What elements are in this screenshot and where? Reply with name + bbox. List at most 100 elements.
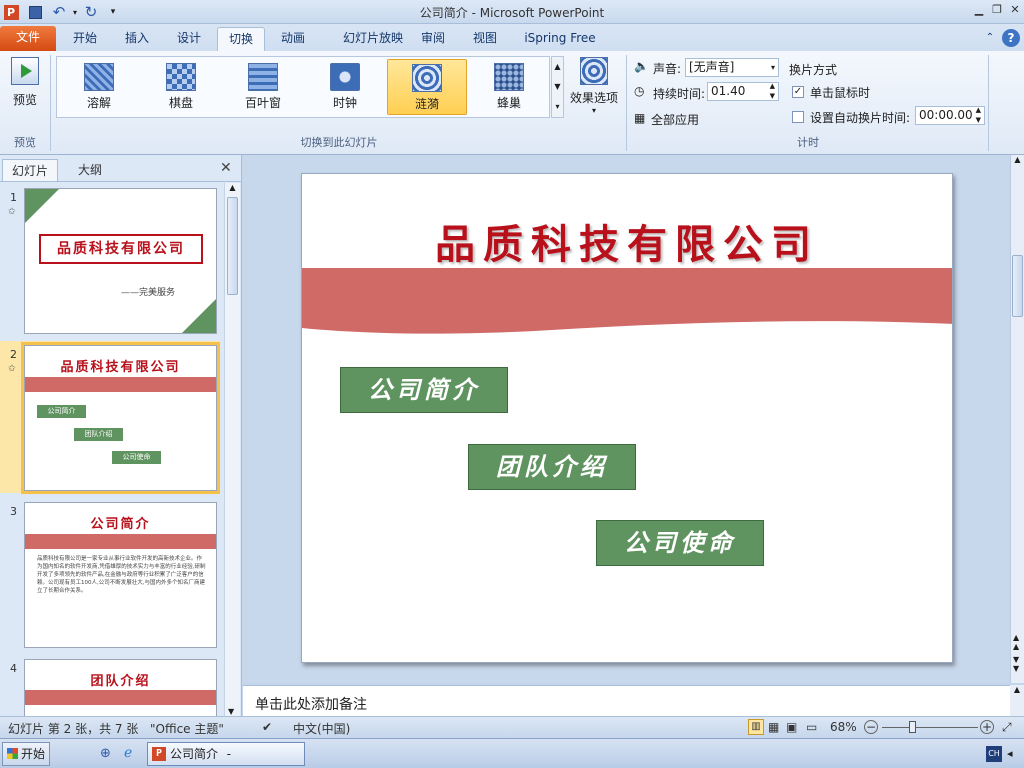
apply-all-button[interactable]: 全部应用 <box>651 111 699 128</box>
gallery-down-icon[interactable]: ▼ <box>552 77 563 97</box>
slide-number: 4 <box>10 662 17 675</box>
transition-honeycomb[interactable]: 蜂巢 <box>469 59 549 115</box>
zoom-in-icon[interactable]: + <box>980 720 994 734</box>
after-time-spinner-icon[interactable]: ▲ ▼ <box>976 105 981 125</box>
tab-transitions[interactable]: 切换 <box>217 27 265 51</box>
reading-view-icon[interactable]: ▣ <box>786 720 797 734</box>
gallery-more-icon[interactable]: ▾ <box>552 97 563 117</box>
sound-icon: 🔈 <box>634 59 649 73</box>
spellcheck-icon[interactable]: ✔ <box>262 720 272 734</box>
thumb-band <box>25 377 216 392</box>
preview-button[interactable]: 预览 <box>6 55 44 113</box>
transition-gallery: 溶解 棋盘 百叶窗 时钟 涟漪 蜂巢 <box>56 56 550 118</box>
start-button[interactable]: 开始 <box>2 742 50 766</box>
tab-file[interactable]: 文件 <box>0 26 56 51</box>
transition-label: 蜂巢 <box>496 96 521 110</box>
scroll-up-icon[interactable]: ▲ <box>225 183 240 192</box>
help-icon[interactable]: ? <box>1002 29 1020 47</box>
duration-field[interactable]: 01.40 ▲ ▼ <box>707 82 779 101</box>
slide-thumbnail-3[interactable]: 公司简介 品质科技有限公司是一家专业从事行业软件开发的高新技术企业。作为国内知名… <box>24 502 217 648</box>
tab-slides[interactable]: 幻灯片 <box>2 159 58 181</box>
close-pane-icon[interactable]: ✕ <box>220 160 232 176</box>
ime-options-icon[interactable]: ◂ <box>1007 747 1013 760</box>
corner-decoration <box>25 189 59 223</box>
slide-number: 2 <box>10 348 17 361</box>
scroll-up-icon[interactable]: ▲ <box>1011 155 1024 164</box>
apply-all-icon: ▦ <box>634 111 646 125</box>
group-separator <box>50 55 51 151</box>
fit-slide-icon[interactable]: ⤢ <box>1002 720 1012 735</box>
effect-options-label: 效果选项 <box>569 91 618 105</box>
current-slide[interactable]: 品质科技有限公司 公司简介 团队介绍 公司使命 <box>301 173 953 663</box>
zoom-out-icon[interactable]: − <box>864 720 878 734</box>
tab-animations[interactable]: 动画 <box>270 27 316 51</box>
notes-pane[interactable]: 单击此处添加备注 <box>243 685 1010 716</box>
transitions-group-label: 切换到此幻灯片 <box>300 136 378 149</box>
menu-box-company-mission[interactable]: 公司使命 <box>596 520 764 566</box>
transition-ripple[interactable]: 涟漪 <box>387 59 467 115</box>
next-slide-icon[interactable]: ▼ ▼ <box>1013 655 1019 673</box>
tab-design[interactable]: 设计 <box>166 27 212 51</box>
ime-indicator[interactable]: CH <box>986 746 1002 762</box>
checkerboard-icon <box>166 63 196 91</box>
slide-title[interactable]: 品质科技有限公司 <box>302 212 952 270</box>
duration-spinner-icon[interactable]: ▲ ▼ <box>770 81 775 101</box>
taskbar-app-button[interactable]: P 公司简介 - Microsof... <box>147 742 305 766</box>
slide-thumbnail-2[interactable]: 品质科技有限公司 公司简介 团队介绍 公司使命 <box>21 342 220 494</box>
after-time-field[interactable]: 00:00.00 ▲ ▼ <box>915 106 985 125</box>
zoom-level[interactable]: 68% <box>830 720 857 734</box>
group-separator <box>626 55 627 151</box>
editor-scrollbar[interactable]: ▲ ▲ ▲ ▼ ▼ <box>1010 155 1024 683</box>
sound-dropdown[interactable]: [无声音] ▾ <box>685 58 779 77</box>
transition-clock[interactable]: 时钟 <box>305 59 385 115</box>
slide-thumbnail-4[interactable]: 团队介绍 <box>24 659 217 716</box>
transition-blinds[interactable]: 百叶窗 <box>223 59 303 115</box>
scrollbar-thumb[interactable] <box>1012 255 1023 317</box>
windows-logo-icon <box>7 748 18 759</box>
thumb-box: 公司使命 <box>112 451 161 464</box>
tab-insert[interactable]: 插入 <box>114 27 160 51</box>
tab-outline[interactable]: 大纲 <box>62 159 118 181</box>
tab-home[interactable]: 开始 <box>62 27 108 51</box>
advance-slide-title: 换片方式 <box>789 63 838 77</box>
notes-scrollbar[interactable]: ▲ <box>1010 685 1024 716</box>
on-click-checkbox[interactable]: ✓ <box>792 86 804 98</box>
after-time-label: 设置自动换片时间: <box>810 111 911 125</box>
slide-sorter-icon[interactable]: ▦ <box>768 720 779 734</box>
effect-options-button[interactable]: 效果选项 ▾ <box>568 55 620 125</box>
transition-label: 棋盘 <box>168 96 193 110</box>
zoom-slider-thumb[interactable] <box>909 721 916 733</box>
transition-label: 溶解 <box>86 96 111 110</box>
ripple-icon <box>412 64 442 92</box>
tab-slideshow[interactable]: 幻灯片放映 <box>324 27 422 51</box>
slideshow-icon[interactable]: ▭ <box>806 720 817 734</box>
language[interactable]: 中文(中国) <box>293 720 350 737</box>
scrollbar-thumb[interactable] <box>227 197 238 295</box>
restore-button[interactable]: ❐ <box>989 2 1005 18</box>
honeycomb-icon <box>494 63 524 91</box>
tab-review[interactable]: 审阅 <box>412 27 454 51</box>
slide-thumbnail-1[interactable]: 品质科技有限公司 ——完美服务 <box>24 188 217 334</box>
slides-pane-scrollbar[interactable]: ▲ ▼ <box>224 183 240 716</box>
gallery-up-icon[interactable]: ▲ <box>552 57 563 77</box>
prev-slide-icon[interactable]: ▲ ▲ <box>1013 633 1019 651</box>
transition-label: 涟漪 <box>414 97 439 111</box>
tab-ispring[interactable]: iSpring Free <box>518 27 602 51</box>
close-button[interactable]: ✕ <box>1007 2 1023 18</box>
zoom-slider-track[interactable] <box>882 727 978 728</box>
transition-dissolve[interactable]: 溶解 <box>59 59 139 115</box>
quick-launch-icon[interactable]: ⊕ <box>100 746 111 761</box>
minimize-ribbon-icon[interactable]: ⌃ <box>982 27 998 51</box>
menu-box-company-intro[interactable]: 公司简介 <box>340 367 508 413</box>
menu-box-team-intro[interactable]: 团队介绍 <box>468 444 636 490</box>
transition-checkerboard[interactable]: 棋盘 <box>141 59 221 115</box>
scroll-down-icon[interactable]: ▼ <box>228 707 234 716</box>
after-time-checkbox[interactable] <box>792 111 804 123</box>
normal-view-icon[interactable]: ▥ <box>748 719 764 735</box>
corner-decoration <box>182 299 216 333</box>
ie-icon[interactable]: ℯ <box>124 745 132 761</box>
minimize-button[interactable]: ▁ <box>971 2 987 18</box>
tab-view[interactable]: 视图 <box>464 27 506 51</box>
gallery-scroll[interactable]: ▲ ▼ ▾ <box>551 56 564 118</box>
scroll-up-icon[interactable]: ▲ <box>1010 685 1024 694</box>
